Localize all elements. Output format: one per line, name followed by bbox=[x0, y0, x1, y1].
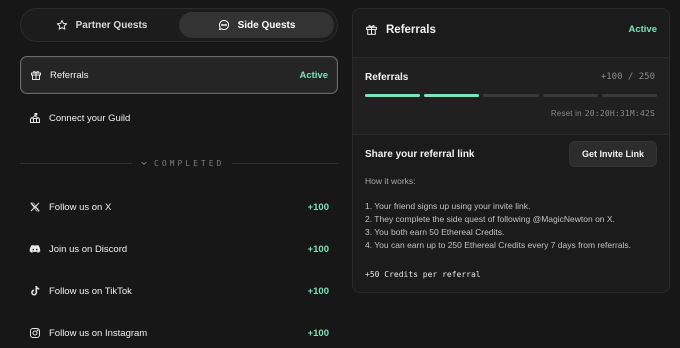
quest-item-join-discord[interactable]: Join us on Discord +100 bbox=[20, 230, 338, 268]
quest-item-follow-instagram[interactable]: Follow us on Instagram +100 bbox=[20, 314, 338, 348]
get-invite-link-button[interactable]: Get Invite Link bbox=[568, 141, 657, 167]
quest-reward: +100 bbox=[307, 201, 329, 213]
reset-time: 20:20H:31M:42S bbox=[584, 109, 655, 118]
progress-title: Referrals bbox=[365, 72, 409, 83]
quest-reward: +100 bbox=[307, 285, 329, 297]
reset-label: Reset in bbox=[550, 109, 582, 118]
credits-per-referral: +50 Credits per referral bbox=[365, 270, 481, 279]
gift-icon bbox=[366, 25, 377, 35]
quest-item-follow-tiktok[interactable]: Follow us on TikTok +100 bbox=[20, 272, 338, 310]
tab-partner-quests[interactable]: Partner Quests bbox=[24, 12, 179, 38]
tiktok-icon bbox=[29, 285, 41, 297]
chat-bubble-icon bbox=[218, 19, 229, 31]
gift-icon bbox=[30, 69, 42, 81]
tab-side-quests[interactable]: Side Quests bbox=[179, 12, 334, 38]
discord-icon bbox=[29, 243, 41, 255]
quest-label: Follow us on TikTok bbox=[49, 285, 132, 297]
tab-label: Side Quests bbox=[237, 19, 296, 31]
quest-label: Referrals bbox=[50, 69, 89, 81]
share-referral-row: Share your referral link Get Invite Link bbox=[365, 141, 657, 167]
quest-item-referrals[interactable]: Referrals Active bbox=[20, 56, 338, 94]
quest-reward: +100 bbox=[307, 243, 329, 255]
instagram-icon bbox=[29, 327, 41, 339]
castle-icon bbox=[29, 112, 41, 124]
step-item: 4. You can earn up to 250 Ethereal Credi… bbox=[365, 240, 632, 250]
progress-segment bbox=[365, 94, 421, 97]
progress-segment bbox=[424, 94, 480, 97]
quest-item-connect-guild[interactable]: Connect your Guild bbox=[20, 99, 338, 137]
quest-label: Follow us on X bbox=[49, 201, 112, 213]
how-it-works-steps: 1. Your friend signs up using your invit… bbox=[365, 200, 631, 252]
progress-segment bbox=[483, 94, 539, 97]
step-item: 3. You both earn 50 Ethereal Credits. bbox=[365, 227, 505, 237]
progress-count: +100 / 250 bbox=[600, 72, 655, 82]
completed-section-header[interactable]: COMPLETED bbox=[132, 157, 233, 169]
progress-bar bbox=[365, 94, 658, 97]
quest-label: Connect your Guild bbox=[49, 112, 131, 124]
quest-label: Follow us on Instagram bbox=[49, 327, 148, 339]
progress-segment bbox=[542, 94, 598, 97]
panel-status-badge: Active bbox=[628, 24, 657, 35]
quest-tabs: Partner Quests Side Quests bbox=[20, 8, 338, 42]
completed-label: COMPLETED bbox=[154, 158, 225, 168]
quest-label: Join us on Discord bbox=[49, 243, 128, 255]
chevron-down-icon bbox=[141, 161, 147, 165]
quest-item-follow-x[interactable]: Follow us on X +100 bbox=[20, 188, 338, 226]
progress-segment bbox=[601, 94, 658, 97]
share-title: Share your referral link bbox=[365, 148, 475, 160]
panel-title: Referrals bbox=[386, 23, 436, 36]
quest-reward: +100 bbox=[307, 327, 329, 339]
referral-details-panel: Referrals Active Referrals +100 / 250 Re… bbox=[352, 8, 670, 293]
star-icon bbox=[56, 19, 67, 30]
tab-label: Partner Quests bbox=[75, 19, 148, 31]
step-item: 1. Your friend signs up using your invit… bbox=[365, 201, 531, 211]
quests-screen: Partner Quests Side Quests Referrals Act… bbox=[0, 0, 680, 348]
how-it-works-title: How it works: bbox=[365, 176, 416, 186]
panel-header: Referrals Active bbox=[365, 23, 657, 36]
referral-progress-card: Referrals +100 / 250 Reset in 20:20H:31M:… bbox=[353, 57, 669, 135]
step-item: 2. They complete the side quest of follo… bbox=[365, 214, 615, 224]
quest-status-badge: Active bbox=[299, 69, 328, 81]
x-logo-icon bbox=[29, 201, 41, 213]
reset-timer: Reset in 20:20H:31M:42S bbox=[551, 109, 655, 118]
